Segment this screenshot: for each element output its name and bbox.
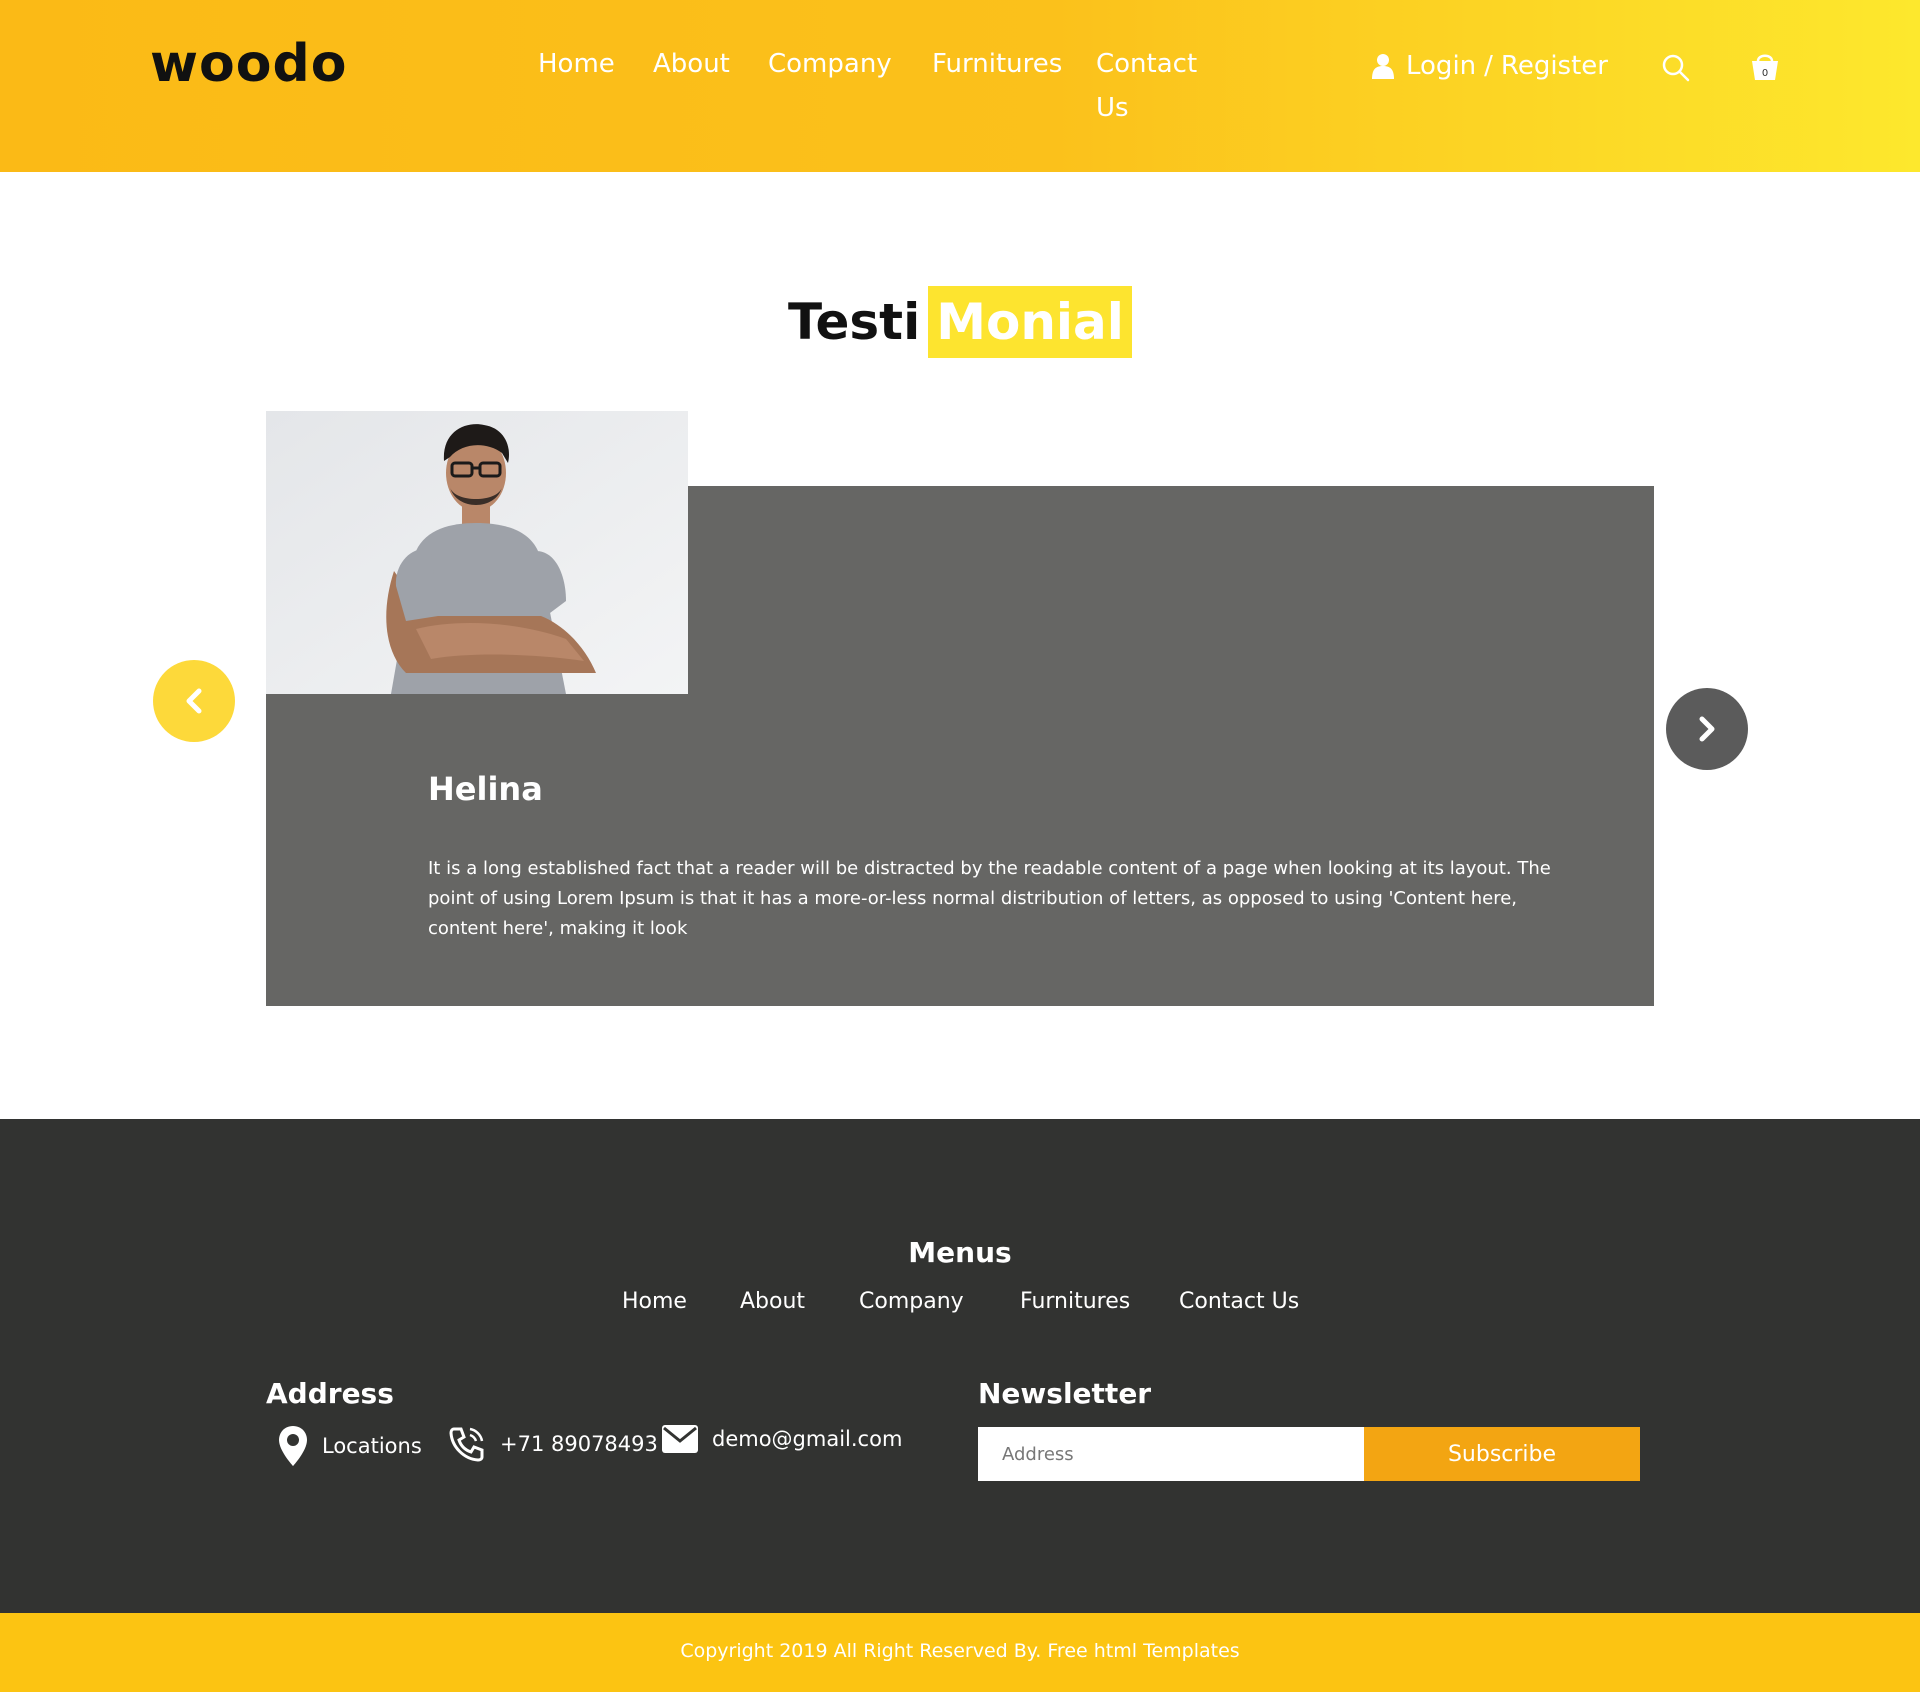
site-footer: Menus Home About Company Furnitures Cont… [0, 1119, 1920, 1613]
address-location[interactable]: Locations [278, 1425, 422, 1467]
nav-company[interactable]: Company [768, 44, 892, 84]
carousel-prev-button[interactable] [153, 660, 235, 742]
testimonial-name: Helina [428, 770, 543, 808]
phone-icon [449, 1427, 484, 1462]
nav-about[interactable]: About [653, 44, 730, 84]
newsletter-title: Newsletter [978, 1377, 1152, 1410]
search-icon[interactable] [1662, 54, 1690, 82]
chevron-left-icon [186, 688, 202, 714]
login-register: Login / Register [1372, 46, 1608, 86]
nav-furnitures[interactable]: Furnitures [932, 44, 1062, 84]
cart-icon[interactable]: 0 [1750, 50, 1780, 82]
footer-menus-title: Menus [908, 1236, 1012, 1269]
phone-text: +71 89078493 [500, 1432, 658, 1456]
title-part-2-highlight: Monial [928, 286, 1132, 358]
title-part-1: Testi [788, 293, 921, 351]
footer-link-home[interactable]: Home [622, 1289, 687, 1314]
subscribe-button[interactable]: Subscribe [1364, 1427, 1640, 1481]
nav-contact-us[interactable]: Contact Us [1096, 42, 1206, 130]
address-email[interactable]: demo@gmail.com [662, 1425, 902, 1453]
copyright-bar: Copyright 2019 All Right Reserved By. Fr… [0, 1613, 1920, 1692]
carousel-next-button[interactable] [1666, 688, 1748, 770]
site-header: woodo Home About Company Furnitures Cont… [0, 0, 1920, 172]
footer-link-contact-us[interactable]: Contact Us [1179, 1289, 1299, 1314]
footer-nav: Home About Company Furnitures Contact Us [0, 1289, 1920, 1329]
footer-link-about[interactable]: About [740, 1289, 805, 1314]
address-title: Address [266, 1377, 394, 1410]
testimonial-quote: It is a long established fact that a rea… [428, 858, 1551, 939]
login-separator: / [1484, 51, 1493, 81]
logo[interactable]: woodo [150, 34, 347, 94]
envelope-icon [662, 1425, 698, 1453]
location-pin-icon [279, 1426, 307, 1466]
copyright-text: Copyright 2019 All Right Reserved By. Fr… [680, 1640, 1240, 1662]
email-text: demo@gmail.com [712, 1427, 903, 1451]
cart-count: 0 [1762, 68, 1768, 79]
location-text: Locations [322, 1434, 422, 1458]
user-icon [1372, 54, 1394, 79]
chevron-right-icon [1699, 716, 1715, 742]
register-link[interactable]: Register [1501, 46, 1608, 86]
login-link[interactable]: Login [1406, 46, 1476, 86]
newsletter-email-input[interactable] [978, 1427, 1364, 1481]
footer-link-company[interactable]: Company [859, 1289, 964, 1314]
section-title: Testi Monial [0, 286, 1920, 358]
address-phone[interactable]: +71 89078493 [448, 1425, 658, 1463]
footer-link-furnitures[interactable]: Furnitures [1020, 1289, 1130, 1314]
nav-home[interactable]: Home [538, 44, 615, 84]
testimonial-photo [266, 411, 688, 694]
